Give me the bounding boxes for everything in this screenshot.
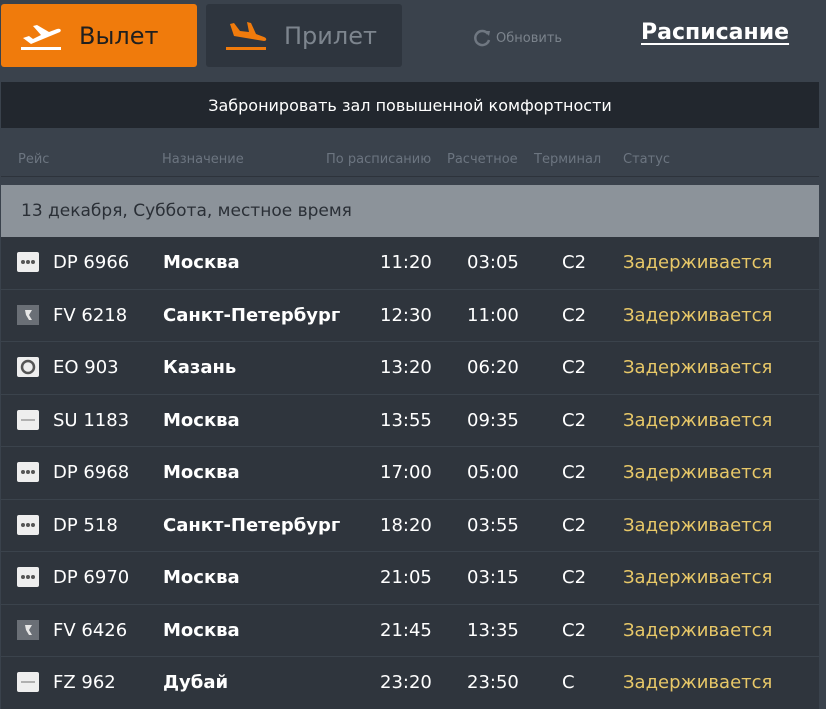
status-badge: Задерживается bbox=[623, 252, 773, 273]
header-divider bbox=[1, 176, 819, 177]
status-badge: Задерживается bbox=[623, 619, 773, 641]
date-header: 13 декабря, Суббота, местное время bbox=[1, 185, 819, 237]
scheduled-time: 11:20 bbox=[380, 252, 432, 273]
flights-table: DP 6966 Москва 11:20 03:05 C2 Задерживается FV… bbox=[1, 237, 819, 709]
r-logo-icon bbox=[17, 304, 39, 325]
status-badge: Задерживается bbox=[623, 409, 773, 431]
destination: Москва bbox=[163, 567, 240, 588]
dots-logo-icon bbox=[17, 514, 39, 535]
scheduled-time: 17:00 bbox=[380, 462, 432, 483]
column-header-estimated: Расчетное bbox=[447, 152, 518, 167]
destination: Москва bbox=[163, 462, 240, 483]
r-logo-icon bbox=[17, 619, 39, 640]
flight-number: DP 518 bbox=[53, 514, 118, 536]
estimated-time: 03:15 bbox=[467, 567, 519, 588]
estimated-time: 23:50 bbox=[467, 672, 519, 693]
flight-number: SU 1183 bbox=[53, 409, 130, 431]
destination: Санкт-Петербург bbox=[163, 514, 341, 536]
terminal: C2 bbox=[562, 514, 587, 536]
status-badge: Задерживается bbox=[623, 357, 773, 378]
column-header-destination: Назначение bbox=[162, 152, 244, 167]
terminal: C2 bbox=[562, 304, 587, 326]
flight-number: EO 903 bbox=[53, 357, 119, 378]
flight-number: FV 6426 bbox=[53, 619, 128, 641]
estimated-time: 05:00 bbox=[467, 462, 519, 483]
table-row[interactable]: SU 1183 Москва 13:55 09:35 C2 Задерживается bbox=[1, 394, 819, 447]
flight-number: DP 6968 bbox=[53, 462, 130, 483]
schedule-link[interactable]: Расписание bbox=[641, 20, 789, 45]
table-row[interactable]: FV 6218 Санкт-Петербург 12:30 11:00 C2 Задерж… bbox=[1, 289, 819, 342]
table-row[interactable]: DP 6968 Москва 17:00 05:00 C2 Задерживается bbox=[1, 447, 819, 500]
status-badge: Задерживается bbox=[623, 462, 773, 483]
scheduled-time: 21:45 bbox=[380, 619, 432, 641]
scheduled-time: 23:20 bbox=[380, 672, 432, 693]
destination: Москва bbox=[163, 409, 240, 431]
terminal: C2 bbox=[562, 357, 587, 378]
column-header-flight: Рейс bbox=[18, 152, 50, 167]
terminal: C2 bbox=[562, 619, 587, 641]
refresh-icon bbox=[474, 29, 491, 47]
status-badge: Задерживается bbox=[623, 567, 773, 588]
scheduled-time: 13:20 bbox=[380, 357, 432, 378]
ring-logo-icon bbox=[17, 357, 39, 377]
scheduled-time: 13:55 bbox=[380, 409, 432, 431]
dots-logo-icon bbox=[17, 252, 39, 272]
status-badge: Задерживается bbox=[623, 304, 773, 326]
departure-plane-icon bbox=[21, 25, 61, 50]
column-header-scheduled: По расписанию bbox=[326, 152, 432, 167]
table-row[interactable]: FV 6426 Москва 21:45 13:35 C2 Задерживается bbox=[1, 604, 819, 657]
estimated-time: 03:05 bbox=[467, 252, 519, 273]
terminal: C2 bbox=[562, 462, 587, 483]
destination: Санкт-Петербург bbox=[163, 304, 341, 326]
dots-logo-icon bbox=[17, 567, 39, 587]
tab-arrival[interactable]: Прилет bbox=[206, 4, 402, 67]
scheduled-time: 12:30 bbox=[380, 304, 432, 326]
flight-number: DP 6970 bbox=[53, 567, 130, 588]
flight-number: FZ 962 bbox=[53, 672, 116, 693]
refresh-button[interactable]: Обновить bbox=[472, 27, 562, 49]
column-header-status: Статус bbox=[623, 152, 671, 167]
tab-departure-label: Вылет bbox=[79, 22, 159, 50]
dots-logo-icon bbox=[17, 462, 39, 482]
estimated-time: 03:55 bbox=[467, 514, 519, 536]
estimated-time: 06:20 bbox=[467, 357, 519, 378]
terminal: C bbox=[562, 672, 575, 693]
flight-number: DP 6966 bbox=[53, 252, 130, 273]
scheduled-time: 21:05 bbox=[380, 567, 432, 588]
line-logo-icon bbox=[17, 672, 39, 692]
table-row[interactable]: FZ 962 Дубай 23:20 23:50 C Задерживается bbox=[1, 657, 819, 709]
table-row[interactable]: DP 6970 Москва 21:05 03:15 C2 Задерживается bbox=[1, 552, 819, 605]
table-row[interactable]: EO 903 Казань 13:20 06:20 C2 Задерживается bbox=[1, 342, 819, 395]
line-logo-icon bbox=[17, 409, 39, 430]
tab-departure[interactable]: Вылет bbox=[1, 4, 197, 67]
estimated-time: 13:35 bbox=[467, 619, 519, 641]
flight-number: FV 6218 bbox=[53, 304, 128, 326]
lounge-booking-button[interactable]: Забронировать зал повышенной комфортност… bbox=[1, 82, 819, 128]
column-header-terminal: Терминал bbox=[534, 152, 602, 167]
arrival-plane-icon bbox=[226, 22, 267, 50]
destination: Дубай bbox=[163, 672, 229, 693]
scheduled-time: 18:20 bbox=[380, 514, 432, 536]
estimated-time: 11:00 bbox=[467, 304, 519, 326]
destination: Москва bbox=[163, 252, 240, 273]
terminal: C2 bbox=[562, 252, 587, 273]
estimated-time: 09:35 bbox=[467, 409, 519, 431]
top-bar: Вылет Прилет Обновить Расписание bbox=[0, 0, 826, 80]
table-row[interactable]: DP 6966 Москва 11:20 03:05 C2 Задерживается bbox=[1, 237, 819, 290]
status-badge: Задерживается bbox=[623, 672, 773, 693]
tab-arrival-label: Прилет bbox=[284, 22, 377, 50]
refresh-label: Обновить bbox=[496, 30, 563, 46]
terminal: C2 bbox=[562, 567, 587, 588]
destination: Казань bbox=[163, 357, 237, 378]
table-row[interactable]: DP 518 Санкт-Петербург 18:20 03:55 C2 Задержи… bbox=[1, 499, 819, 552]
terminal: C2 bbox=[562, 409, 587, 431]
status-badge: Задерживается bbox=[623, 514, 773, 536]
destination: Москва bbox=[163, 619, 240, 641]
